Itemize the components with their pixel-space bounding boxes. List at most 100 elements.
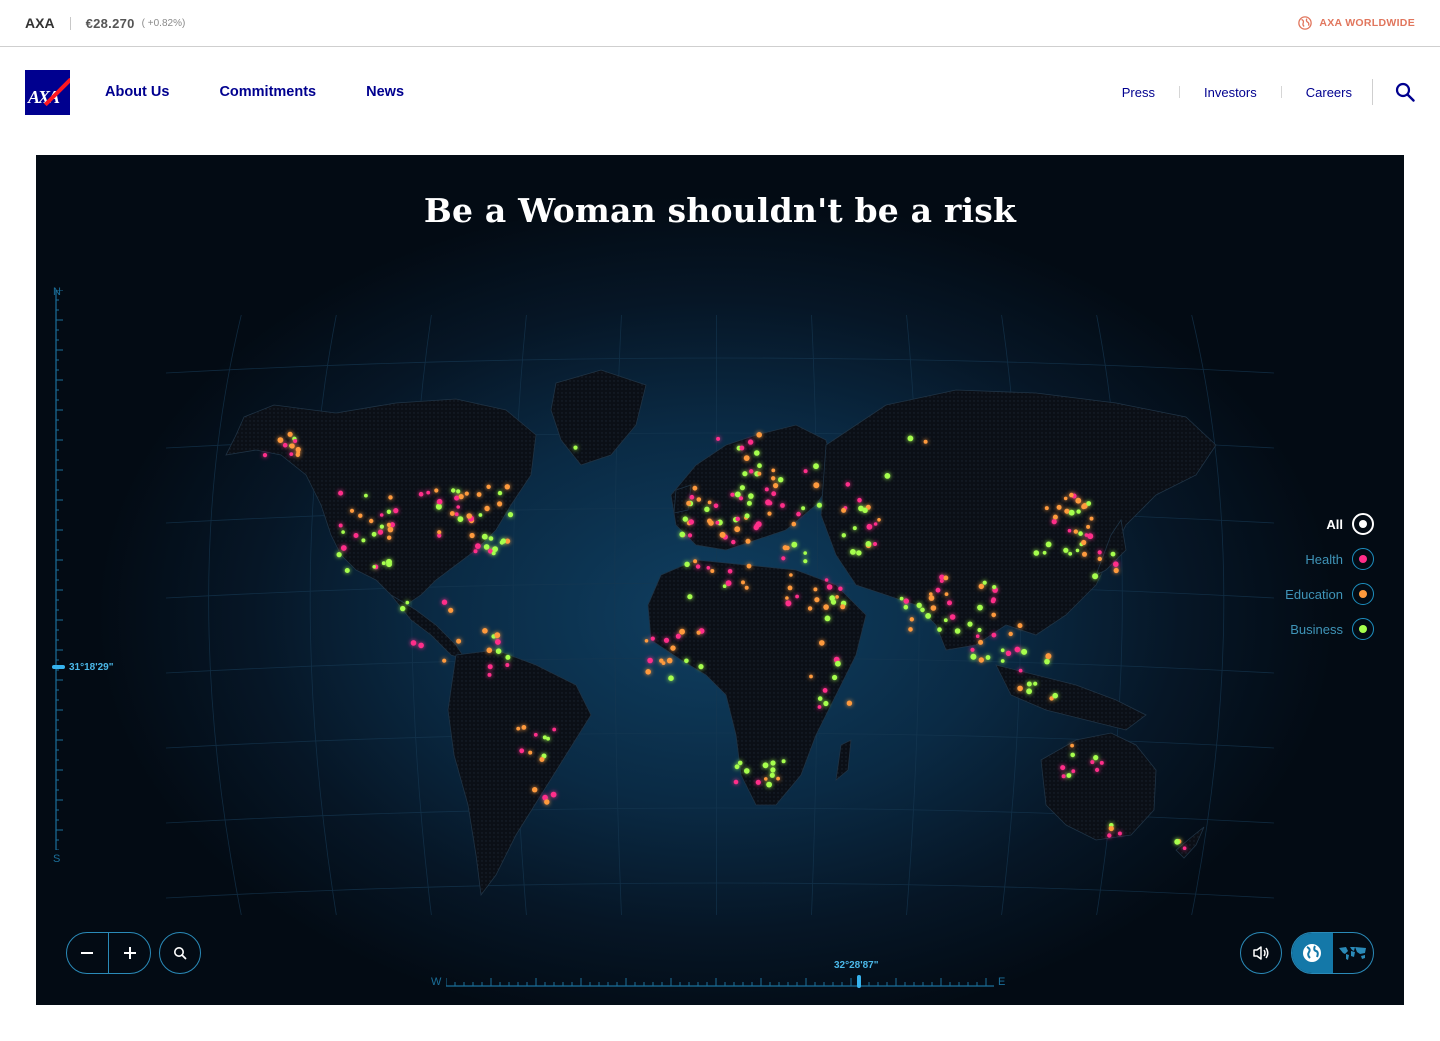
map-marker — [458, 494, 464, 500]
map-marker — [448, 607, 454, 613]
map-marker — [935, 587, 941, 593]
map-marker — [791, 541, 798, 548]
map-marker — [1089, 516, 1094, 521]
longitude-slider-handle[interactable] — [857, 975, 861, 988]
map-marker — [753, 524, 759, 531]
map-marker — [344, 568, 350, 573]
map-marker — [824, 578, 829, 582]
map-marker — [436, 498, 443, 505]
globe-view-button[interactable] — [1292, 933, 1333, 973]
map-marker — [1095, 767, 1100, 773]
map-marker — [707, 500, 712, 505]
zoom-in-button[interactable] — [109, 933, 150, 973]
map-marker — [341, 530, 345, 534]
map-marker — [766, 781, 772, 788]
nav-link-careers[interactable]: Careers — [1306, 85, 1352, 100]
map-marker — [838, 586, 843, 591]
axa-worldwide-link[interactable]: AXA WORLDWIDE — [1298, 16, 1415, 30]
flat-map-view-button[interactable] — [1333, 933, 1374, 973]
map-marker — [824, 615, 831, 622]
map-marker — [505, 663, 510, 667]
map-marker — [679, 531, 686, 538]
map-marker — [780, 503, 785, 508]
axa-logo[interactable]: AXA — [25, 69, 70, 115]
map-marker — [293, 439, 298, 443]
map-marker — [504, 484, 510, 490]
map-marker — [372, 565, 377, 569]
world-map[interactable] — [36, 155, 1404, 1005]
map-marker — [1066, 773, 1072, 778]
map-marker — [813, 463, 819, 470]
map-marker — [909, 617, 914, 622]
nav-link-press[interactable]: Press — [1122, 85, 1155, 100]
map-marker — [573, 445, 578, 450]
map-marker — [744, 585, 749, 590]
speaker-icon — [1253, 946, 1269, 960]
map-marker — [850, 549, 856, 555]
nav-link-about-us[interactable]: About Us — [105, 84, 169, 100]
nav-link-investors[interactable]: Investors — [1204, 85, 1257, 100]
map-marker — [756, 432, 762, 438]
map-marker — [1017, 685, 1023, 692]
graticule-meridian — [309, 314, 337, 916]
map-marker — [727, 569, 733, 574]
map-marker — [1026, 681, 1032, 687]
map-marker — [835, 660, 841, 667]
map-marker — [767, 511, 772, 516]
map-marker — [491, 551, 496, 556]
map-marker — [817, 705, 822, 709]
filter-education[interactable]: Education — [1285, 583, 1374, 605]
filter-health[interactable]: Health — [1305, 548, 1374, 570]
latitude-slider-handle[interactable] — [52, 665, 65, 669]
map-marker — [977, 627, 982, 633]
zoom-out-button[interactable] — [67, 933, 108, 973]
map-marker — [743, 455, 750, 461]
filter-education-radio[interactable] — [1352, 583, 1374, 605]
map-marker — [456, 638, 462, 644]
map-marker — [505, 654, 511, 660]
map-marker — [497, 501, 503, 507]
map-marker — [1045, 541, 1052, 548]
filter-all[interactable]: All — [1326, 513, 1374, 535]
map-marker — [719, 531, 726, 538]
filter-business[interactable]: Business — [1290, 618, 1374, 640]
map-marker — [757, 463, 762, 469]
lon-east-label: E — [998, 976, 1006, 988]
map-marker — [795, 594, 799, 599]
longitude-readout: 32°28'87" — [834, 960, 879, 971]
map-marker — [546, 736, 550, 741]
map-marker — [925, 613, 931, 619]
map-marker — [695, 564, 701, 569]
continent-southeast-asia — [995, 664, 1147, 731]
map-marker — [1075, 548, 1080, 553]
map-marker — [715, 520, 720, 525]
map-title: Be a Woman shouldn't be a risk — [423, 191, 1017, 230]
map-marker — [295, 452, 300, 457]
map-marker — [809, 674, 813, 679]
filter-business-radio[interactable] — [1352, 618, 1374, 640]
sound-toggle-button[interactable] — [1240, 932, 1282, 974]
filter-health-radio[interactable] — [1352, 548, 1374, 570]
search-icon[interactable] — [1395, 82, 1415, 102]
map-marker — [977, 604, 983, 611]
nav-link-commitments[interactable]: Commitments — [219, 84, 316, 100]
filter-all-radio[interactable] — [1352, 513, 1374, 535]
map-marker — [939, 579, 944, 583]
map-marker — [1107, 833, 1112, 838]
map-marker — [387, 535, 392, 540]
map-marker — [647, 657, 653, 664]
map-marker — [845, 482, 851, 487]
nav-link-news[interactable]: News — [366, 84, 404, 100]
map-marker — [483, 544, 490, 550]
map-marker — [486, 647, 493, 654]
map-marker — [400, 605, 406, 612]
map-marker — [1093, 755, 1099, 761]
map-marker — [499, 540, 505, 545]
map-marker — [1000, 648, 1005, 653]
map-marker — [744, 513, 750, 519]
map-search-button[interactable] — [159, 932, 201, 974]
map-marker — [663, 637, 670, 643]
map-marker — [1064, 508, 1070, 514]
filter-education-dot — [1359, 590, 1367, 598]
map-marker — [544, 799, 550, 805]
